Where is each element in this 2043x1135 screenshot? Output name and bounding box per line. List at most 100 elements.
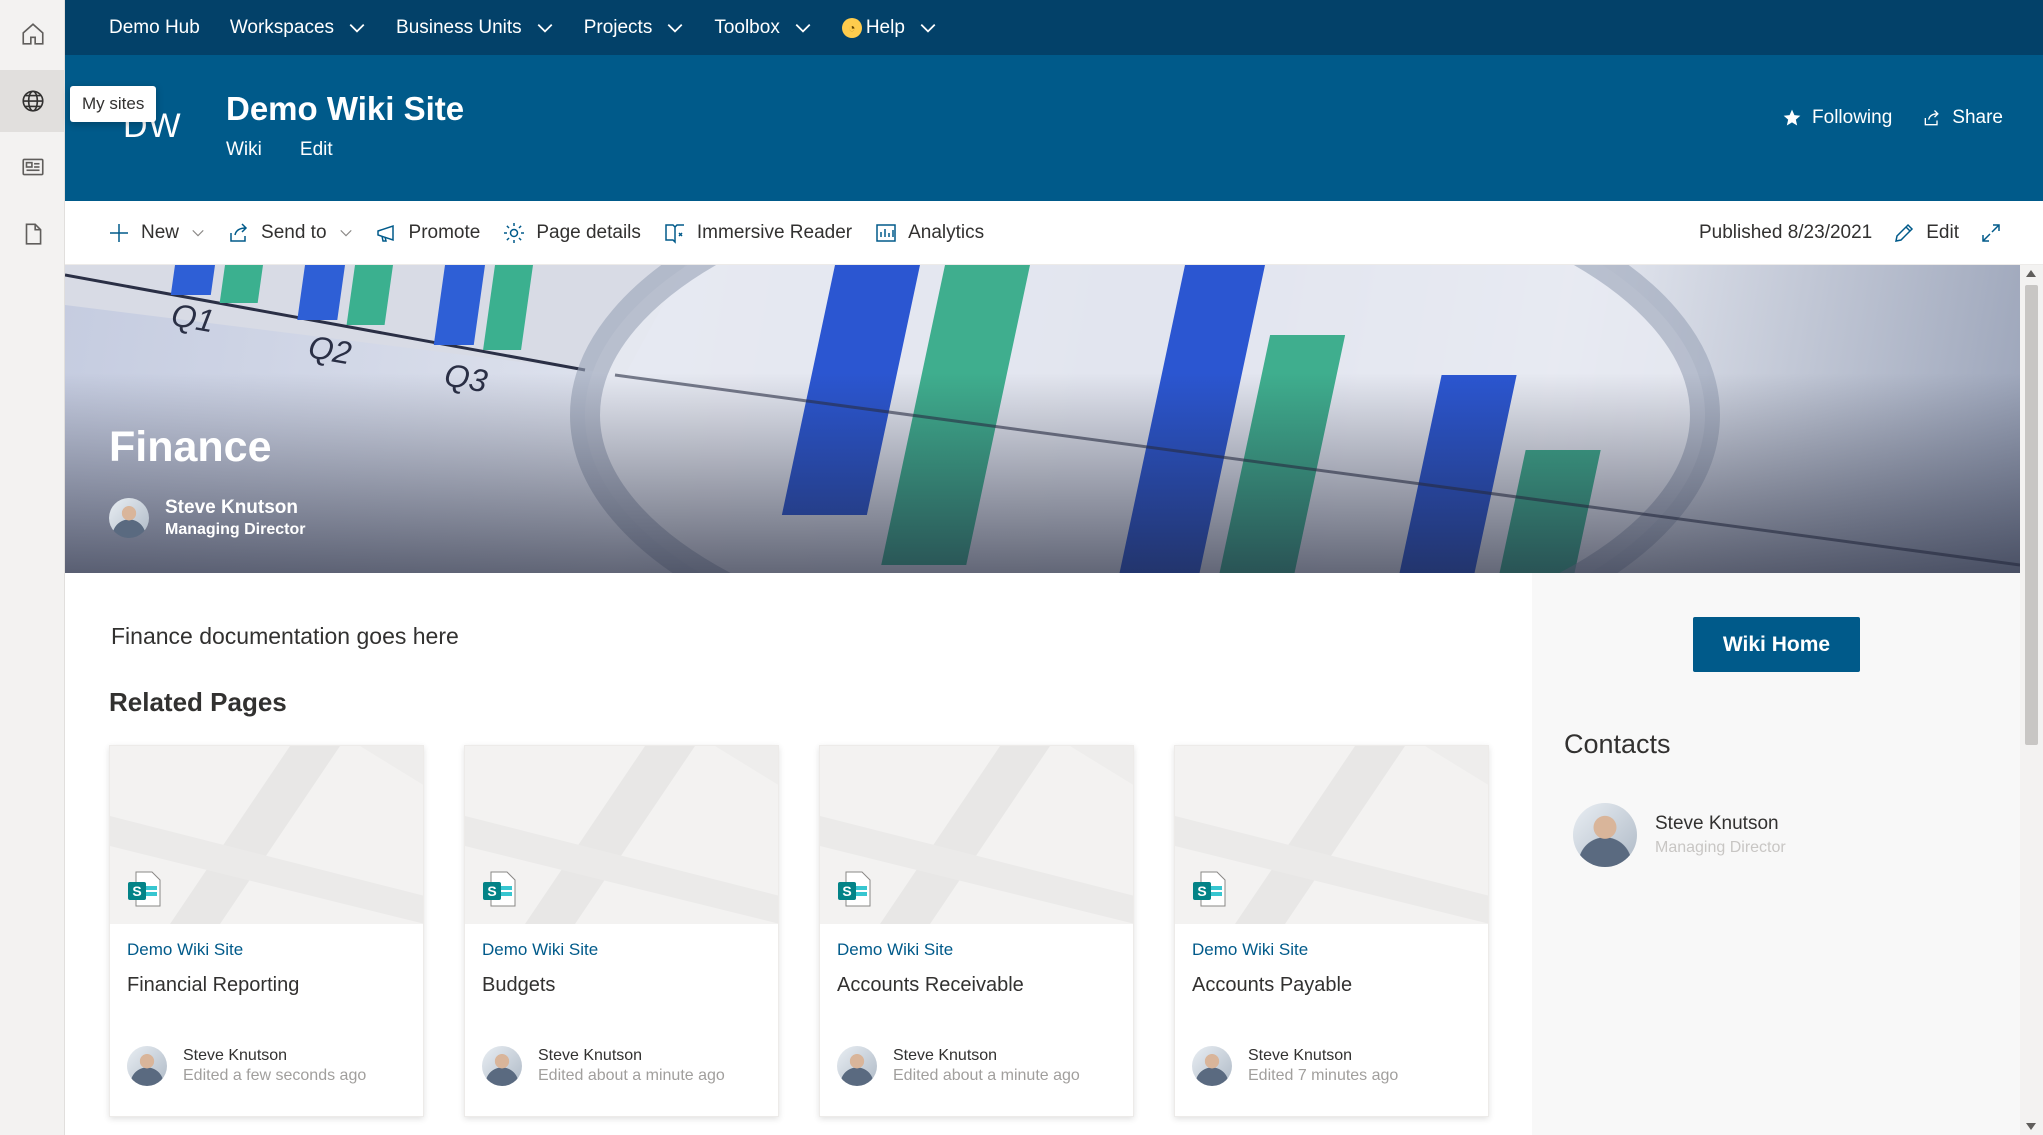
sharepoint-page-icon: S <box>838 871 871 907</box>
card-author: Steve Knutson Edited 7 minutes ago <box>1192 1046 1398 1086</box>
scroll-up-arrow-icon[interactable] <box>2026 270 2036 277</box>
card-edited-time: Edited about a minute ago <box>893 1067 1080 1084</box>
author-name: Steve Knutson <box>165 497 299 518</box>
card-title[interactable]: Financial Reporting <box>127 974 299 997</box>
chevron-down-icon <box>537 23 553 33</box>
send-icon <box>230 222 248 242</box>
site-nav-edit[interactable]: Edit <box>300 139 333 161</box>
star-icon <box>1783 109 1801 126</box>
avatar <box>127 1046 167 1086</box>
page-card[interactable]: S Demo Wiki Site Accounts Receivable Ste… <box>819 745 1134 1117</box>
home-button[interactable] <box>0 3 65 65</box>
promote-label: Promote <box>408 221 481 243</box>
page-scrollbar[interactable] <box>2020 265 2043 1135</box>
avatar <box>1192 1046 1232 1086</box>
card-site-name[interactable]: Demo Wiki Site <box>482 940 598 960</box>
following-button[interactable]: Following <box>1782 107 1892 129</box>
hub-item-help[interactable]: ◔ Help <box>841 17 937 39</box>
card-site-name[interactable]: Demo Wiki Site <box>837 940 953 960</box>
news-button[interactable] <box>0 136 65 198</box>
app-bar <box>0 0 65 1135</box>
page-card[interactable]: S Demo Wiki Site Financial Reporting Ste… <box>109 745 424 1117</box>
header-actions: Following Share <box>1782 107 2003 129</box>
hero-chart-label-q1: Q1 <box>169 296 217 339</box>
share-label: Share <box>1952 107 2003 128</box>
card-title[interactable]: Budgets <box>482 974 555 997</box>
card-site-name[interactable]: Demo Wiki Site <box>127 940 243 960</box>
svg-text:S: S <box>132 883 141 899</box>
site-nav-wiki[interactable]: Wiki <box>226 139 262 161</box>
expand-icon <box>1982 224 2000 242</box>
hub-item-label: Toolbox <box>714 16 780 38</box>
page-author[interactable]: Steve Knutson Managing Director <box>109 497 305 539</box>
share-button[interactable]: Share <box>1922 107 2003 129</box>
chevron-down-icon <box>667 23 683 33</box>
card-author-name: Steve Knutson <box>183 1047 288 1064</box>
following-label: Following <box>1812 107 1893 128</box>
card-site-name[interactable]: Demo Wiki Site <box>1192 940 1308 960</box>
related-pages-title: Related Pages <box>109 687 287 717</box>
hub-item-business-units[interactable]: Business Units <box>396 17 554 39</box>
scroll-thumb[interactable] <box>2025 285 2038 745</box>
share-icon <box>1924 110 1940 126</box>
hub-item-toolbox[interactable]: Toolbox <box>714 17 812 39</box>
hero-shade <box>65 373 2020 573</box>
card-thumbnail: S <box>465 746 778 924</box>
hub-item-projects[interactable]: Projects <box>584 17 685 39</box>
page-card[interactable]: S Demo Wiki Site Accounts Payable Steve … <box>1174 745 1489 1117</box>
hub-home-link[interactable]: Demo Hub <box>109 17 200 39</box>
my-sites-button[interactable] <box>0 70 65 132</box>
contact-card[interactable]: Steve Knutson Managing Director <box>1573 803 1786 867</box>
avatar <box>837 1046 877 1086</box>
command-bar: New Send to Promote Page details Immersi… <box>65 201 2043 265</box>
wiki-home-button[interactable]: Wiki Home <box>1693 617 1860 672</box>
send-to-label: Send to <box>261 221 327 243</box>
promote-button[interactable]: Promote <box>375 221 481 245</box>
card-title[interactable]: Accounts Receivable <box>837 974 1024 997</box>
card-author-name: Steve Knutson <box>538 1047 643 1064</box>
avatar <box>1573 803 1637 867</box>
new-label: New <box>141 221 180 243</box>
page-card[interactable]: S Demo Wiki Site Budgets Steve Knutson E… <box>464 745 779 1117</box>
pencil-icon <box>1895 223 1914 242</box>
news-icon <box>21 158 44 176</box>
analytics-button[interactable]: Analytics <box>874 221 984 245</box>
page-title: Finance <box>109 423 272 471</box>
contact-role: Managing Director <box>1655 839 1786 856</box>
card-edited-time: Edited a few seconds ago <box>183 1067 367 1084</box>
send-to-button[interactable]: Send to <box>227 221 353 245</box>
page-details-label: Page details <box>536 221 641 243</box>
page-details-button[interactable]: Page details <box>502 221 641 245</box>
edit-button[interactable]: Edit <box>1892 221 1959 245</box>
document-icon <box>25 223 41 245</box>
contact-name: Steve Knutson <box>1655 813 1779 834</box>
chevron-down-icon <box>192 229 204 236</box>
card-author: Steve Knutson Edited a few seconds ago <box>127 1046 366 1086</box>
side-panel: Wiki Home Contacts Steve Knutson Managin… <box>1532 573 2020 1135</box>
chevron-down-icon <box>339 229 352 236</box>
card-title[interactable]: Accounts Payable <box>1192 974 1352 997</box>
avatar <box>109 498 149 538</box>
hub-item-label: Workspaces <box>229 16 335 38</box>
hub-item-workspaces[interactable]: Workspaces <box>230 17 366 39</box>
analytics-label: Analytics <box>908 221 985 243</box>
documents-button[interactable] <box>0 203 65 265</box>
card-edited-time: Edited 7 minutes ago <box>1248 1067 1399 1084</box>
card-author-name: Steve Knutson <box>893 1047 998 1064</box>
command-bar-right: Published 8/23/2021 Edit <box>1699 201 2013 265</box>
hero-banner: Q1 Q2 Q3 Finance Steve Knutson Managing … <box>65 265 2020 573</box>
svg-text:S: S <box>842 883 851 899</box>
avatar <box>482 1046 522 1086</box>
new-button[interactable]: New <box>107 221 205 245</box>
chevron-down-icon <box>795 23 811 33</box>
site-header: DW Demo Wiki Site Wiki Edit Following Sh… <box>65 55 2043 201</box>
hub-item-label: Projects <box>583 16 653 38</box>
globe-icon <box>21 90 44 112</box>
scroll-down-arrow-icon[interactable] <box>2026 1123 2036 1130</box>
related-pages-list: S Demo Wiki Site Financial Reporting Ste… <box>109 745 1489 1117</box>
chevron-down-icon <box>349 23 365 33</box>
expand-button[interactable] <box>1979 221 2013 245</box>
megaphone-icon <box>376 224 394 242</box>
site-title[interactable]: Demo Wiki Site <box>226 90 464 128</box>
immersive-reader-button[interactable]: Immersive Reader <box>663 221 852 245</box>
